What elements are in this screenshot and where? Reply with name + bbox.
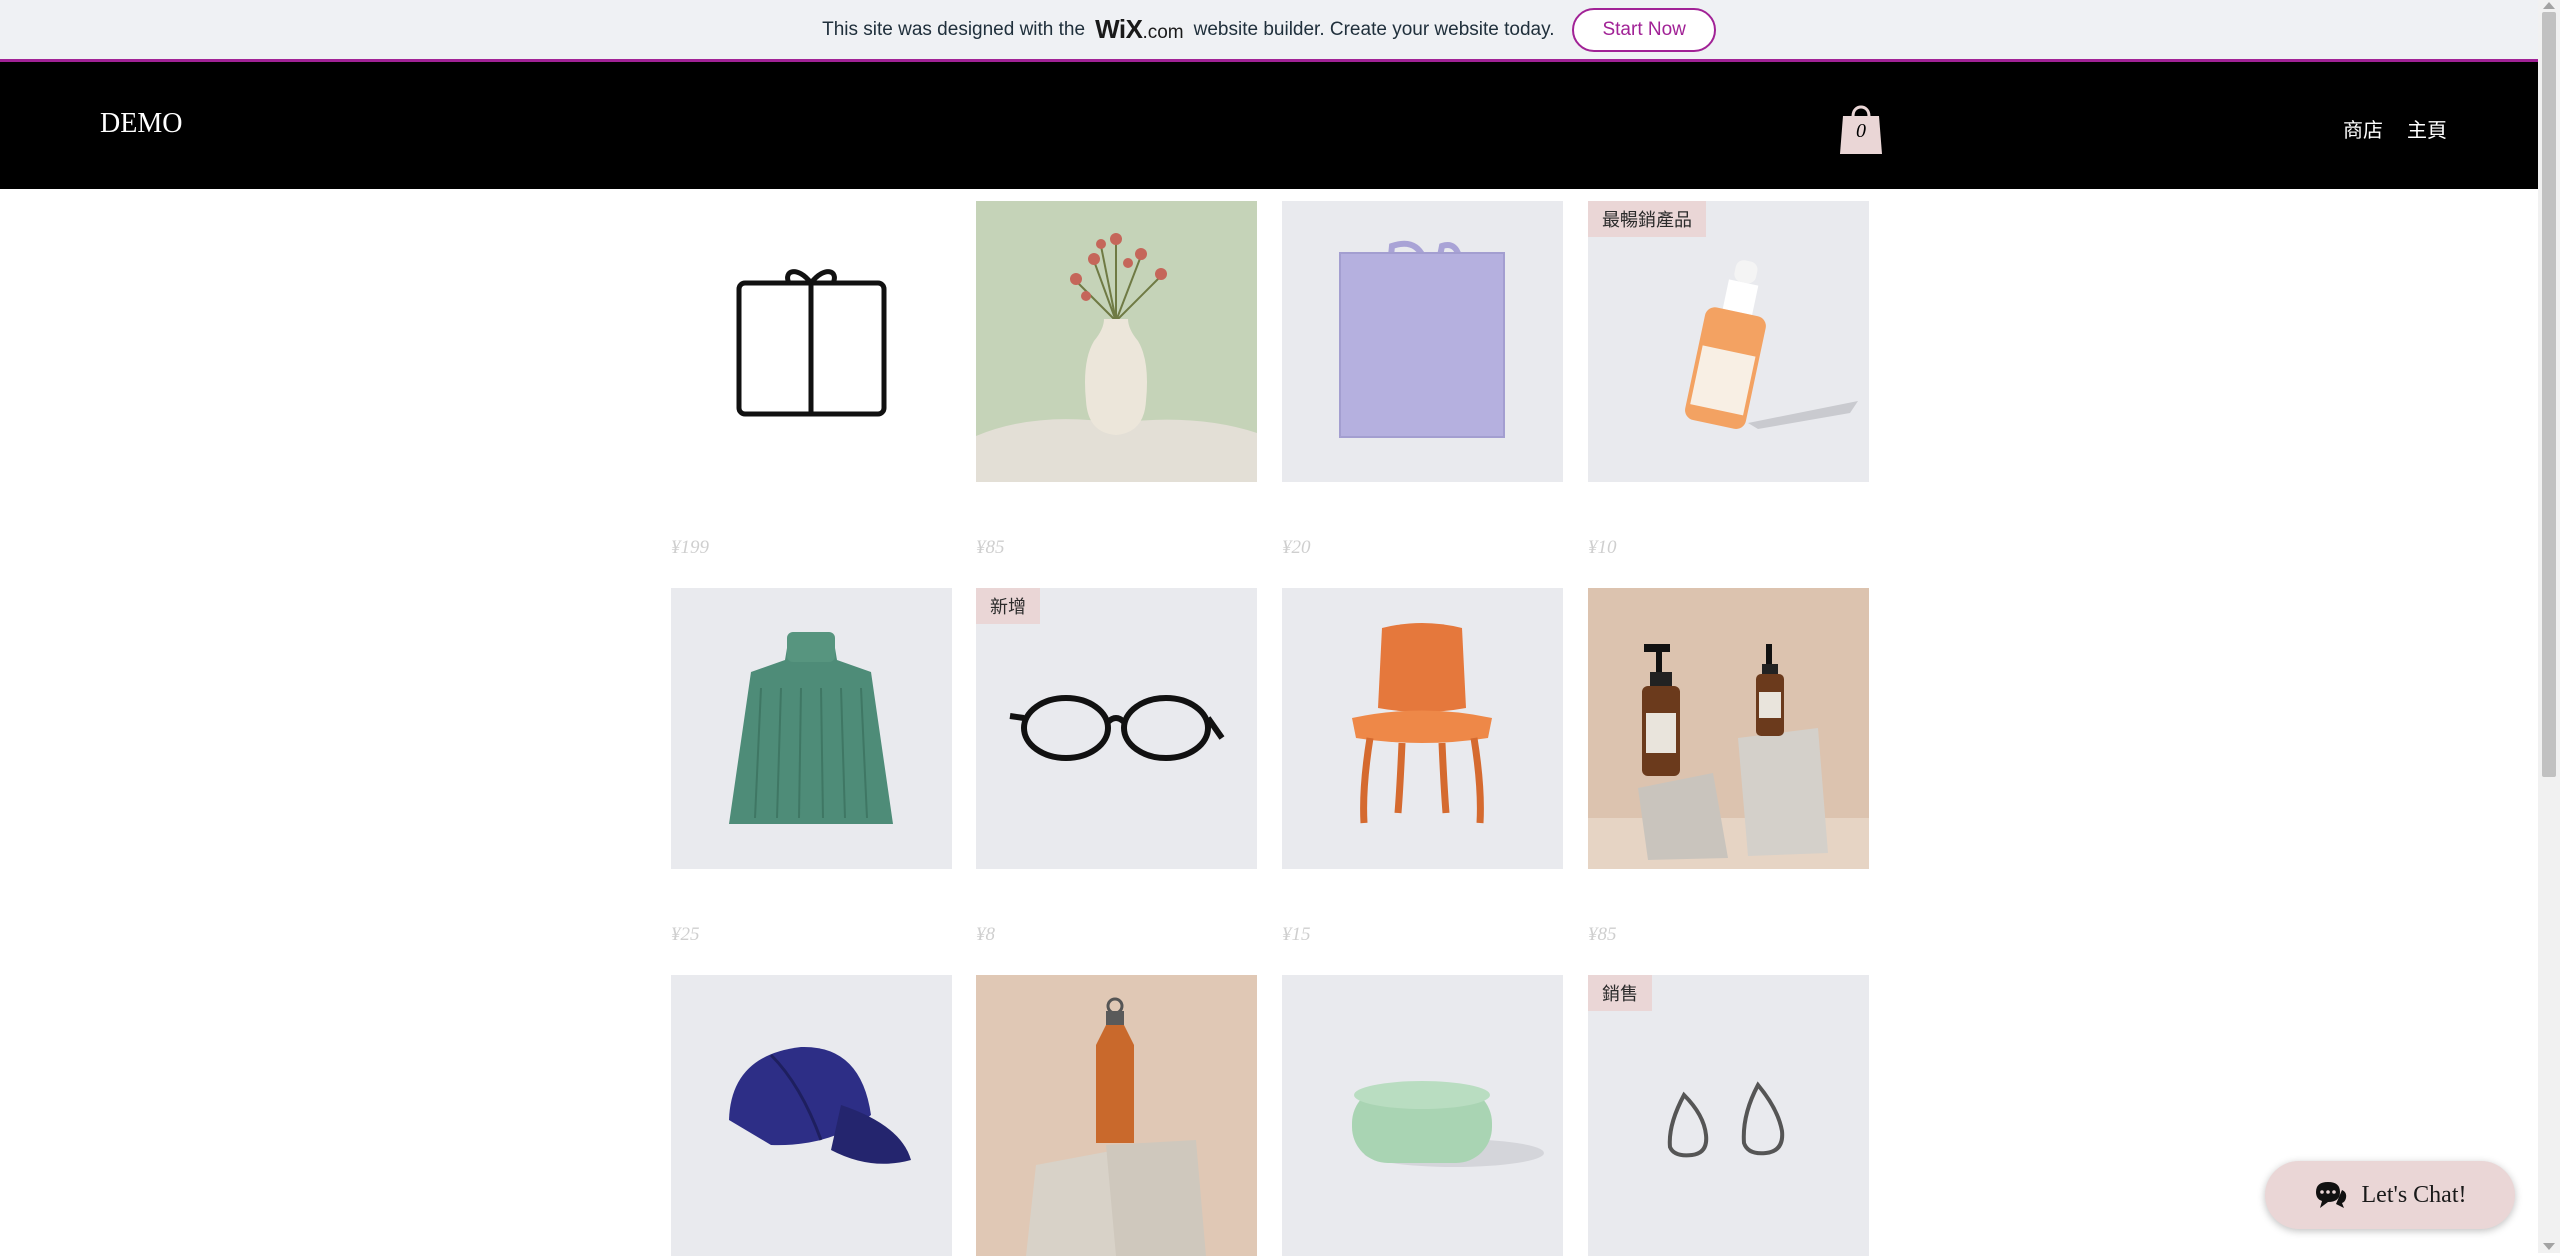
gift-icon [736,269,887,417]
product-card[interactable]: 銷售 [1588,975,1869,1256]
wix-logo-suffix: .com [1142,22,1184,43]
vase-image [976,201,1257,482]
main-nav: 商店 主頁 [2343,114,2447,143]
nav-item-shop[interactable]: 商店 [2343,114,2383,143]
product-card[interactable]: ¥85 [1588,588,1869,945]
product-card[interactable]: ¥199 [671,201,952,558]
product-image[interactable] [671,975,952,1256]
pump-bottles-image [1588,588,1869,869]
cap-image [729,1046,911,1164]
wix-banner: This site was designed with the WiX.com … [0,0,2538,62]
product-card[interactable] [671,975,952,1256]
product-card[interactable]: 最暢銷產品 ¥10 [1588,201,1869,558]
product-price: ¥85 [1588,924,1617,945]
chat-label: Let's Chat! [2361,1181,2467,1208]
product-image[interactable]: 最暢銷產品 [1588,201,1869,482]
banner-text-after: website builder. Create your website tod… [1193,18,1555,40]
product-ribbon: 最暢銷產品 [1588,201,1706,237]
product-card[interactable]: ¥20 [1282,201,1563,558]
product-price: ¥15 [1282,924,1311,945]
product-card[interactable]: ¥85 [976,201,1257,558]
start-now-button[interactable]: Start Now [1572,7,1716,52]
cart-button[interactable]: 0 [1838,98,1884,156]
product-card[interactable]: 新增 ¥8 [976,588,1257,945]
chair-image [1352,623,1492,824]
product-price: ¥85 [976,537,1005,558]
tote-bag-image [1339,240,1505,438]
product-price: ¥25 [671,924,700,945]
wix-logo-main: WiX [1095,14,1143,44]
product-card[interactable]: ¥25 [671,588,952,945]
site-brand[interactable]: DEMO [100,108,182,140]
product-ribbon: 新增 [976,588,1040,624]
product-image[interactable] [1282,588,1563,869]
product-image[interactable] [976,201,1257,482]
nav-item-home[interactable]: 主頁 [2407,114,2447,143]
site-header: DEMO 0 商店 主頁 [0,62,2538,189]
product-price: ¥199 [671,537,709,558]
scroll-down-arrow-icon[interactable] [2543,1243,2555,1250]
wix-logo[interactable]: WiX.com [1095,14,1184,45]
product-image[interactable] [1282,201,1563,482]
earrings-image [1667,1081,1785,1158]
product-image[interactable] [671,201,952,482]
page-scrollbar[interactable] [2538,0,2560,1253]
product-card[interactable] [976,975,1257,1256]
sweater-image [729,632,893,824]
product-image[interactable]: 新增 [976,588,1257,869]
chat-button[interactable]: Let's Chat! [2265,1161,2515,1229]
product-card[interactable]: ¥15 [1282,588,1563,945]
product-ribbon: 銷售 [1588,975,1652,1011]
serum-bottle-image [1685,260,1858,429]
glasses-image [1009,695,1225,761]
banner-text-before: This site was designed with the [822,18,1086,40]
scroll-up-arrow-icon[interactable] [2543,2,2555,9]
product-price: ¥10 [1588,537,1617,558]
product-image[interactable] [976,975,1257,1256]
scroll-thumb[interactable] [2542,12,2556,777]
product-price: ¥20 [1282,537,1311,558]
product-card[interactable] [1282,975,1563,1256]
water-bottle-image [976,975,1257,1256]
product-image[interactable] [1282,975,1563,1256]
soap-image [1352,1081,1544,1167]
product-image[interactable] [1588,588,1869,869]
product-image[interactable]: 銷售 [1588,975,1869,1256]
product-image[interactable] [671,588,952,869]
chat-bubble-icon [2315,1182,2346,1208]
product-price: ¥8 [976,924,995,945]
cart-count: 0 [1856,120,1866,142]
